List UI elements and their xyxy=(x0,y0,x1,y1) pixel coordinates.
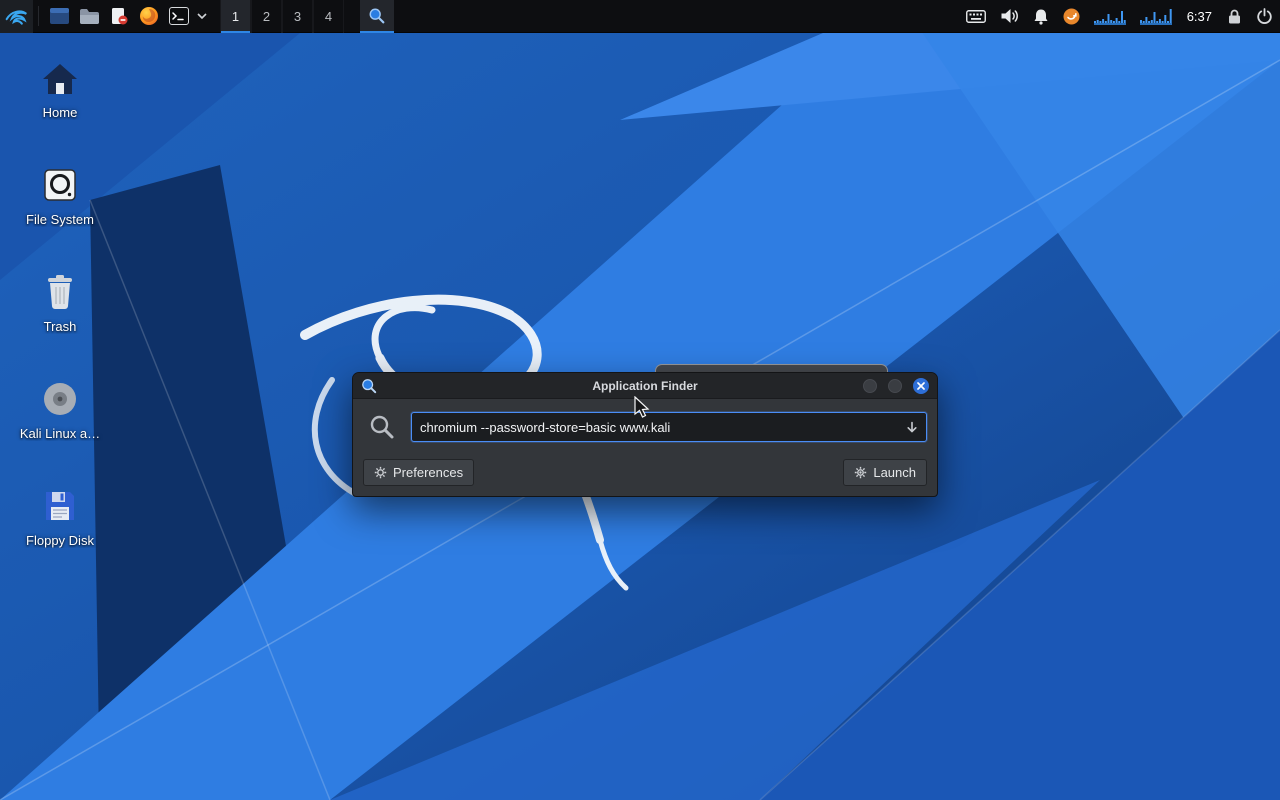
desktop-icon-label: Floppy Disk xyxy=(12,533,108,548)
notifications-tray-icon[interactable] xyxy=(1026,0,1056,33)
command-entry xyxy=(411,412,927,442)
status-tray-icon[interactable] xyxy=(1056,0,1087,33)
gear-icon xyxy=(374,466,387,479)
top-panel: 1 2 3 4 xyxy=(0,0,1280,33)
bell-icon xyxy=(1033,8,1049,25)
desktop-icon-kali-disc[interactable]: Kali Linux a… xyxy=(12,377,108,441)
kali-menu-button[interactable] xyxy=(0,0,33,33)
workspace-switcher: 1 2 3 4 xyxy=(220,0,344,33)
firefox-icon xyxy=(139,6,159,26)
orange-status-icon xyxy=(1063,8,1080,25)
keyboard-tray-icon[interactable] xyxy=(959,0,993,33)
maximize-button[interactable] xyxy=(888,379,902,393)
close-icon xyxy=(917,382,925,390)
search-row xyxy=(353,399,937,455)
arrow-down-icon xyxy=(906,421,918,434)
minimize-button[interactable] xyxy=(863,379,877,393)
app-finder-window-icon xyxy=(361,378,377,394)
launcher-text-editor[interactable] xyxy=(104,0,134,33)
desktop-icon-file-system[interactable]: File System xyxy=(12,163,108,227)
document-icon xyxy=(110,7,128,25)
launch-label: Launch xyxy=(873,465,916,480)
search-input[interactable] xyxy=(412,413,898,441)
dialog-actions: Preferences Launch xyxy=(353,459,937,486)
folder-icon xyxy=(79,8,99,24)
close-button[interactable] xyxy=(913,378,929,394)
titlebar[interactable]: Application Finder xyxy=(353,373,937,399)
workspace-2[interactable]: 2 xyxy=(251,0,282,33)
lock-screen-button[interactable] xyxy=(1220,0,1249,33)
network-graph-icon xyxy=(1140,7,1172,25)
panel-separator xyxy=(38,6,39,26)
desktop-icon-label: Home xyxy=(12,105,108,120)
launcher-window-manager[interactable] xyxy=(44,0,74,33)
app-finder-task-icon xyxy=(368,7,386,25)
application-finder-window: Application Finder xyxy=(352,372,938,497)
launcher-firefox[interactable] xyxy=(134,0,164,33)
desktop-icon-home[interactable]: Home xyxy=(12,56,108,120)
search-icon xyxy=(369,414,395,440)
volume-icon xyxy=(1000,8,1019,24)
window-title: Application Finder xyxy=(353,379,937,393)
hard-drive-icon xyxy=(12,163,108,203)
trash-icon xyxy=(12,270,108,310)
kali-logo-icon xyxy=(4,4,29,29)
launch-button[interactable]: Launch xyxy=(843,459,927,486)
desktop-icon-floppy[interactable]: Floppy Disk xyxy=(12,484,108,548)
taskbar-application-finder[interactable] xyxy=(360,0,394,33)
power-icon xyxy=(1256,8,1273,25)
history-dropdown-button[interactable] xyxy=(898,413,926,441)
clock[interactable]: 6:37 xyxy=(1179,0,1220,33)
desktop-icon-label: Trash xyxy=(12,319,108,334)
chevron-down-icon xyxy=(197,13,207,19)
preferences-label: Preferences xyxy=(393,465,463,480)
system-monitor-graph-2[interactable] xyxy=(1133,0,1179,33)
floppy-disk-icon xyxy=(12,484,108,524)
launcher-file-manager[interactable] xyxy=(74,0,104,33)
desktop: 1 2 3 4 xyxy=(0,0,1280,800)
run-gear-icon xyxy=(854,466,867,479)
optical-disc-icon xyxy=(12,377,108,417)
workspace-4[interactable]: 4 xyxy=(313,0,344,33)
cpu-graph-icon xyxy=(1094,7,1126,25)
desktop-icon-trash[interactable]: Trash xyxy=(12,270,108,334)
volume-tray-icon[interactable] xyxy=(993,0,1026,33)
desktop-icon-label: File System xyxy=(12,212,108,227)
terminal-dropdown-button[interactable] xyxy=(194,0,210,33)
launcher-terminal[interactable] xyxy=(164,0,194,33)
desktop-icon-label: Kali Linux a… xyxy=(12,426,108,441)
window-icon xyxy=(50,8,69,24)
preferences-button[interactable]: Preferences xyxy=(363,459,474,486)
system-monitor-graph-1[interactable] xyxy=(1087,0,1133,33)
workspace-1[interactable]: 1 xyxy=(220,0,251,33)
workspace-3[interactable]: 3 xyxy=(282,0,313,33)
terminal-icon xyxy=(169,7,189,25)
lock-icon xyxy=(1227,8,1242,25)
home-icon xyxy=(12,56,108,96)
keyboard-icon xyxy=(966,10,986,23)
logout-button[interactable] xyxy=(1249,0,1280,33)
window-controls xyxy=(852,378,929,394)
